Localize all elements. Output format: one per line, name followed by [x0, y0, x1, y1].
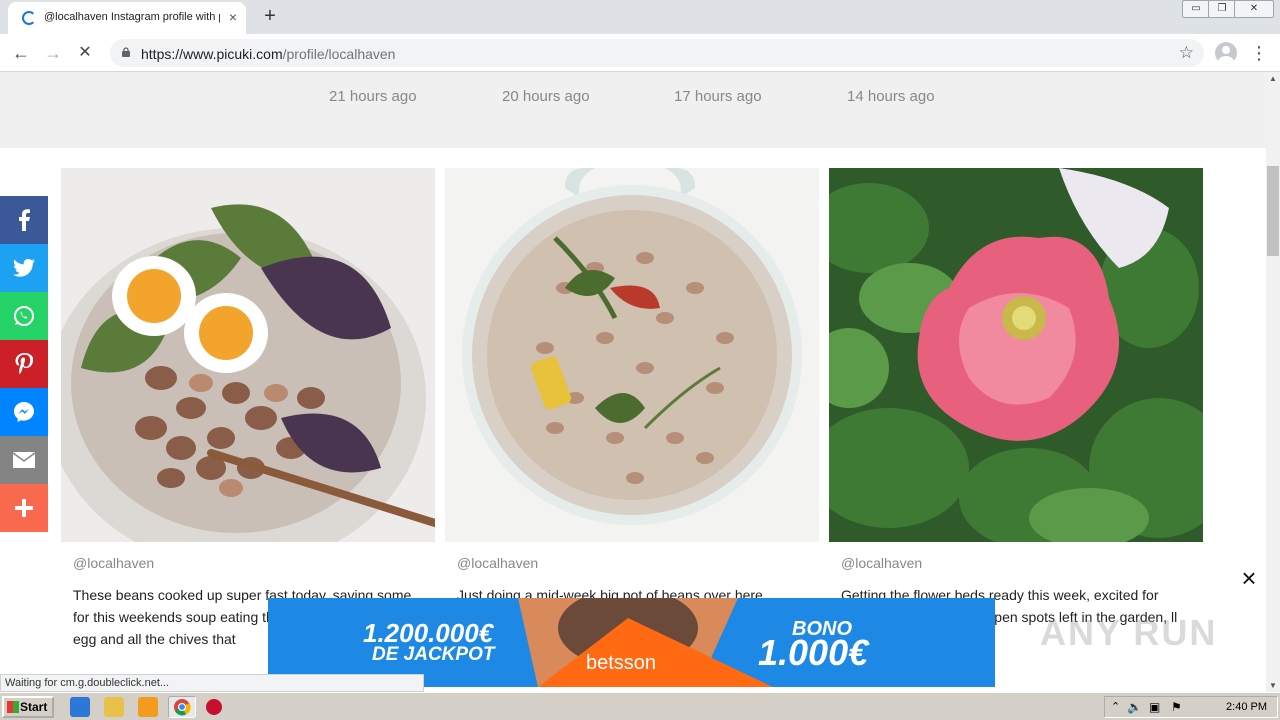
twitter-icon	[13, 259, 35, 277]
url-path: /profile/localhaven	[282, 46, 396, 62]
browser-tab[interactable]: @localhaven Instagram profile with p ×	[8, 2, 246, 34]
stop-loading-button[interactable]: ✕	[73, 41, 97, 65]
post-image-bean-bowl[interactable]	[61, 168, 435, 542]
ie-icon[interactable]	[70, 697, 90, 717]
new-tab-button[interactable]: +	[258, 4, 282, 28]
bookmark-star-icon[interactable]: ☆	[1179, 43, 1194, 63]
media-player-icon[interactable]	[138, 697, 158, 717]
whatsapp-icon	[14, 306, 34, 326]
tab-title: @localhaven Instagram profile with p	[44, 11, 220, 23]
folder-icon[interactable]	[104, 697, 124, 717]
pinterest-icon	[15, 353, 33, 375]
chrome-icon	[174, 699, 191, 716]
email-share-button[interactable]	[0, 436, 48, 484]
clock[interactable]: 2:40 PM	[1226, 701, 1267, 713]
ad-jackpot-label: DE JACKPOT	[372, 644, 495, 665]
page-scrollbar[interactable]: ▲ ▼	[1266, 72, 1280, 692]
messenger-icon	[14, 402, 34, 422]
share-sidebar	[0, 196, 48, 532]
loading-spinner-icon	[22, 11, 36, 25]
post-timestamp: 21 hours ago	[329, 88, 417, 105]
post-timestamp: 20 hours ago	[502, 88, 590, 105]
windows-logo-icon	[7, 701, 19, 713]
ad-brand-logo: betsson	[586, 652, 657, 674]
start-button[interactable]: Start	[2, 696, 54, 718]
post-timestamp: 14 hours ago	[847, 88, 935, 105]
lock-icon	[122, 47, 130, 57]
twitter-share-button[interactable]	[0, 244, 48, 292]
volume-icon[interactable]: 🔈	[1127, 700, 1142, 714]
post-image-poppy[interactable]	[829, 168, 1203, 542]
tab-close-button[interactable]: ×	[224, 8, 242, 26]
status-bar: Waiting for cm.g.doubleclick.net...	[0, 674, 424, 692]
opera-icon[interactable]	[206, 699, 222, 715]
windows-taskbar: Start ⌃ 🔈 ▣ ⚑ 2:40 PM	[0, 692, 1280, 720]
scrollbar-thumb[interactable]	[1267, 166, 1279, 256]
plus-icon	[15, 499, 33, 517]
post-timestamp: 17 hours ago	[674, 88, 762, 105]
system-tray: ⌃ 🔈 ▣ ⚑ 2:40 PM	[1104, 696, 1278, 718]
browser-toolbar: ← → ✕ https://www.picuki.com/profile/loc…	[0, 34, 1280, 72]
anyrun-watermark: ANY RUN	[1040, 612, 1218, 653]
window-close-button[interactable]: ✕	[1234, 0, 1274, 18]
post-image-bean-pot[interactable]	[445, 168, 819, 542]
url-host: https://www.picuki.com	[141, 46, 283, 62]
ad-close-button[interactable]: ×	[1236, 565, 1262, 592]
chrome-taskbar-button[interactable]	[168, 696, 196, 718]
network-icon[interactable]: ▣	[1149, 700, 1160, 714]
forward-button[interactable]: →	[41, 41, 65, 65]
whatsapp-share-button[interactable]	[0, 292, 48, 340]
ad-bono-amount: 1.000€	[758, 632, 869, 673]
post-username[interactable]: @localhaven	[457, 555, 538, 571]
browser-menu-button[interactable]: ⋮	[1250, 42, 1268, 64]
url-text: https://www.picuki.com/profile/localhave…	[141, 46, 395, 62]
tray-arrow-icon[interactable]: ⌃	[1111, 700, 1120, 713]
email-icon	[13, 452, 35, 468]
back-button[interactable]: ←	[9, 41, 33, 65]
scroll-up-arrow-icon[interactable]: ▲	[1269, 74, 1277, 83]
pinterest-share-button[interactable]	[0, 340, 48, 388]
action-center-flag-icon[interactable]: ⚑	[1171, 700, 1182, 714]
tab-bar: @localhaven Instagram profile with p × +…	[0, 0, 1280, 34]
post-username[interactable]: @localhaven	[841, 555, 922, 571]
facebook-icon	[19, 209, 30, 231]
messenger-share-button[interactable]	[0, 388, 48, 436]
start-label: Start	[20, 700, 48, 714]
scroll-down-arrow-icon[interactable]: ▼	[1269, 681, 1277, 690]
post-username[interactable]: @localhaven	[73, 555, 154, 571]
minimize-button[interactable]: ▭	[1182, 0, 1210, 18]
facebook-share-button[interactable]	[0, 196, 48, 244]
timestamps-strip: 21 hours ago 20 hours ago 17 hours ago 1…	[0, 72, 1266, 148]
more-share-button[interactable]	[0, 484, 48, 532]
restore-button[interactable]: ❐	[1208, 0, 1236, 18]
profile-avatar-icon[interactable]	[1215, 42, 1237, 64]
address-bar[interactable]: https://www.picuki.com/profile/localhave…	[110, 39, 1204, 67]
